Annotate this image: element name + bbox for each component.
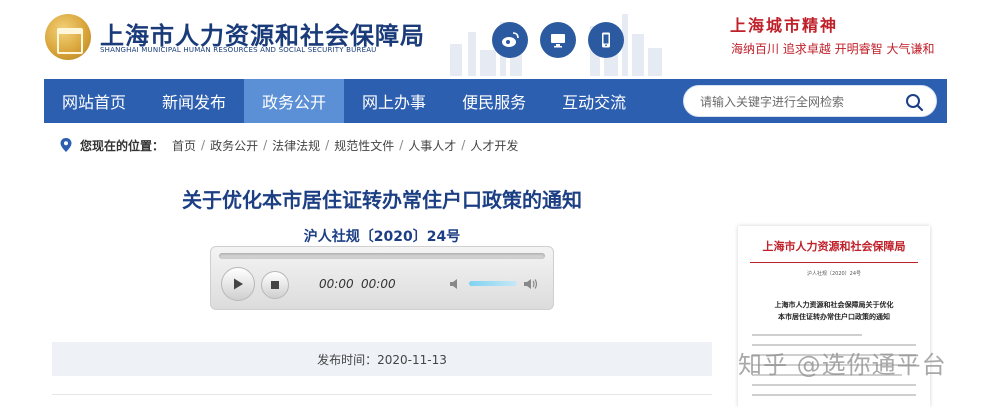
search-icon[interactable]: [904, 92, 924, 112]
bureau-emblem-icon[interactable]: [45, 14, 91, 60]
duration-time: 00:00: [361, 277, 396, 291]
nav-item-news[interactable]: 新闻发布: [144, 79, 244, 123]
breadcrumb-separator: /: [461, 138, 466, 152]
weibo-icon: [502, 32, 519, 47]
breadcrumb-item-laws[interactable]: 法律法规: [272, 137, 320, 154]
audio-player: 00:00 00:00: [210, 246, 554, 310]
thumbnail-text-line: [752, 334, 862, 336]
thumbnail-title-line-1: 上海市人力资源和社会保障局关于优化: [774, 301, 894, 309]
nav-item-interaction[interactable]: 互动交流: [544, 79, 644, 123]
breadcrumb-item-normative-docs[interactable]: 规范性文件: [334, 137, 394, 154]
thumbnail-title-line-2: 本市居住证转办常住户口政策的通知: [778, 313, 890, 321]
play-button[interactable]: [221, 267, 255, 301]
breadcrumb-separator: /: [325, 138, 330, 152]
thumbnail-text-line: [752, 394, 916, 396]
breadcrumb: 您现在的位置： 首页 / 政务公开 / 法律法规 / 规范性文件 / 人事人才 …: [60, 136, 518, 154]
nav-item-online-services[interactable]: 网上办事: [344, 79, 444, 123]
play-icon: [234, 278, 243, 290]
breadcrumb-separator: /: [263, 138, 268, 152]
search-input[interactable]: [700, 92, 900, 112]
breadcrumb-item-personnel[interactable]: 人事人才: [408, 137, 456, 154]
thumbnail-header: 上海市人力资源和社会保障局: [762, 240, 906, 253]
site-search: [683, 85, 937, 117]
volume-slider[interactable]: [469, 281, 517, 286]
site-logo-subtitle: SHANGHAI MUNICIPAL HUMAN RESOURCES AND S…: [100, 46, 377, 54]
audio-progress-bar[interactable]: [219, 253, 545, 259]
current-time: 00:00: [319, 277, 354, 291]
mobile-site-button[interactable]: [588, 22, 624, 58]
content-divider: [52, 394, 712, 395]
breadcrumb-item-home[interactable]: 首页: [172, 137, 196, 154]
site-header: 上海市人力资源和社会保障局 SHANGHAI MUNICIPAL HUMAN R…: [0, 0, 1000, 78]
nav-item-public-services[interactable]: 便民服务: [444, 79, 544, 123]
breadcrumb-label: 您现在的位置：: [80, 138, 165, 153]
weibo-button[interactable]: [492, 22, 528, 58]
desktop-site-button[interactable]: [540, 22, 576, 58]
publish-date: 发布时间：2020-11-13: [317, 352, 447, 367]
volume-up-icon[interactable]: [523, 276, 539, 292]
thumbnail-red-rule: [750, 262, 918, 263]
watermark: 知乎 @选你通平台: [738, 351, 947, 379]
thumbnail-text-line: [752, 384, 916, 386]
breadcrumb-item-talent-development[interactable]: 人才开发: [470, 137, 518, 154]
location-pin-icon: [60, 138, 72, 152]
breadcrumb-separator: /: [399, 138, 404, 152]
thumbnail-doc-number: 沪人社规〔2020〕24号: [806, 271, 862, 277]
stop-icon: [271, 281, 279, 289]
breadcrumb-item-government-affairs[interactable]: 政务公开: [210, 137, 258, 154]
desktop-icon: [551, 34, 565, 48]
stop-button[interactable]: [261, 271, 289, 299]
article-title: 关于优化本市居住证转办常住户口政策的通知: [182, 188, 582, 212]
document-number: 沪人社规〔2020〕24号: [303, 229, 461, 245]
publish-date-bar: 发布时间：2020-11-13: [52, 342, 712, 376]
city-spirit-title: 上海城市精神: [730, 16, 839, 35]
volume-down-icon[interactable]: [449, 277, 463, 291]
breadcrumb-separator: /: [201, 138, 206, 152]
city-spirit-slogan: 海纳百川 追求卓越 开明睿智 大气谦和: [731, 42, 935, 56]
mobile-icon: [602, 32, 610, 48]
nav-item-government-affairs[interactable]: 政务公开: [244, 79, 345, 123]
nav-item-home[interactable]: 网站首页: [44, 79, 144, 123]
